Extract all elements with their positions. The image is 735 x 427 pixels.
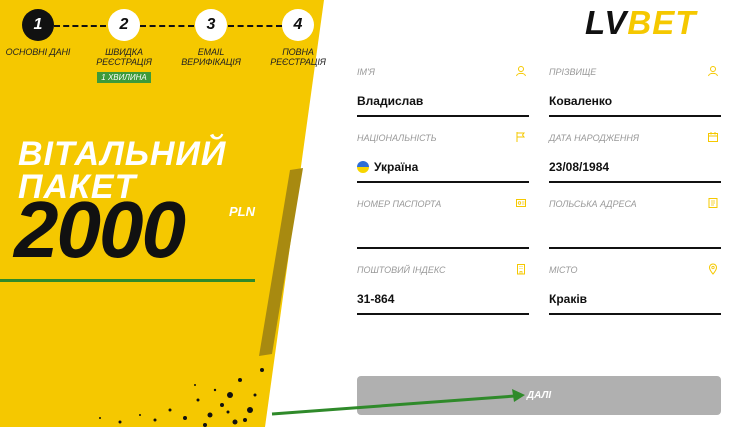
- green-arrow-annotation: [271, 389, 525, 416]
